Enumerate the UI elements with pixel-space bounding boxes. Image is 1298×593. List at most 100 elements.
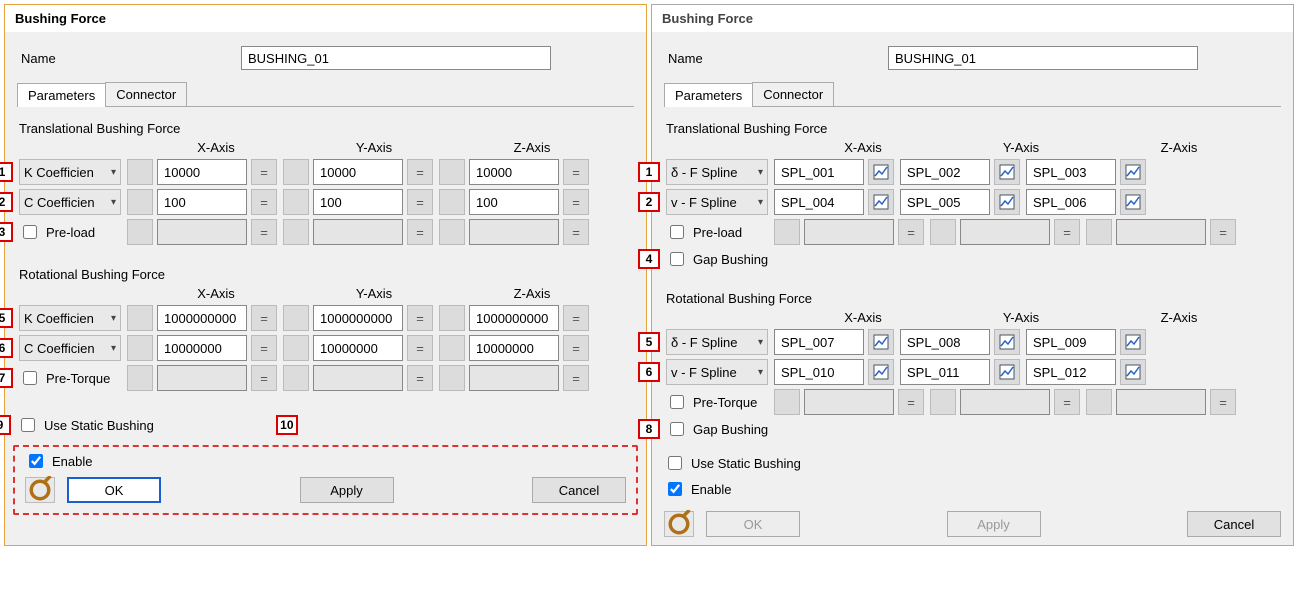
static-bushing-checkbox[interactable] <box>668 456 682 470</box>
picker-button[interactable] <box>774 219 800 245</box>
picker-button[interactable] <box>127 305 153 331</box>
k-x-input[interactable] <box>157 159 247 185</box>
chart-icon[interactable] <box>868 159 894 185</box>
v-spline-dropdown[interactable]: v - F Spline▾ <box>666 189 768 215</box>
picker-button[interactable] <box>127 189 153 215</box>
name-input[interactable] <box>241 46 551 70</box>
preload-checkbox[interactable] <box>670 225 684 239</box>
tab-parameters[interactable]: Parameters <box>664 83 753 107</box>
gap-bushing-checkbox[interactable] <box>670 252 684 266</box>
vfs-x-input[interactable] <box>774 189 864 215</box>
rc-x-input[interactable] <box>157 335 247 361</box>
dfs-x-input[interactable] <box>774 159 864 185</box>
config-icon[interactable] <box>25 477 55 503</box>
ok-button[interactable]: OK <box>67 477 161 503</box>
equals-button[interactable] <box>251 365 277 391</box>
picker-button[interactable] <box>1086 219 1112 245</box>
rdfs-x-input[interactable] <box>774 329 864 355</box>
chart-icon[interactable] <box>1120 329 1146 355</box>
rvfs-x-input[interactable] <box>774 359 864 385</box>
name-input[interactable] <box>888 46 1198 70</box>
picker-button[interactable] <box>283 159 309 185</box>
chart-icon[interactable] <box>994 189 1020 215</box>
equals-button[interactable] <box>1210 219 1236 245</box>
equals-button[interactable] <box>251 219 277 245</box>
picker-button[interactable] <box>439 219 465 245</box>
equals-button[interactable] <box>1054 219 1080 245</box>
picker-button[interactable] <box>283 365 309 391</box>
picker-button[interactable] <box>439 159 465 185</box>
chart-icon[interactable] <box>994 359 1020 385</box>
chart-icon[interactable] <box>1120 359 1146 385</box>
equals-button[interactable] <box>251 159 277 185</box>
c-coeff-dropdown[interactable]: C Coefficien▾ <box>19 189 121 215</box>
rvfs-y-input[interactable] <box>900 359 990 385</box>
config-icon[interactable] <box>664 511 694 537</box>
chart-icon[interactable] <box>868 189 894 215</box>
cancel-button[interactable]: Cancel <box>1187 511 1281 537</box>
vfs-y-input[interactable] <box>900 189 990 215</box>
equals-button[interactable] <box>898 389 924 415</box>
picker-button[interactable] <box>283 189 309 215</box>
picker-button[interactable] <box>127 219 153 245</box>
rc-z-input[interactable] <box>469 335 559 361</box>
c-y-input[interactable] <box>313 189 403 215</box>
equals-button[interactable] <box>563 365 589 391</box>
rot-k-dropdown[interactable]: K Coefficien▾ <box>19 305 121 331</box>
tab-parameters[interactable]: Parameters <box>17 83 106 107</box>
k-z-input[interactable] <box>469 159 559 185</box>
rk-y-input[interactable] <box>313 305 403 331</box>
equals-button[interactable] <box>407 219 433 245</box>
chart-icon[interactable] <box>1120 189 1146 215</box>
c-z-input[interactable] <box>469 189 559 215</box>
dfs-z-input[interactable] <box>1026 159 1116 185</box>
picker-button[interactable] <box>930 389 956 415</box>
chart-icon[interactable] <box>994 159 1020 185</box>
equals-button[interactable] <box>407 335 433 361</box>
picker-button[interactable] <box>1086 389 1112 415</box>
picker-button[interactable] <box>439 335 465 361</box>
picker-button[interactable] <box>774 389 800 415</box>
static-bushing-checkbox[interactable] <box>21 418 35 432</box>
picker-button[interactable] <box>127 159 153 185</box>
rdfs-z-input[interactable] <box>1026 329 1116 355</box>
vfs-z-input[interactable] <box>1026 189 1116 215</box>
picker-button[interactable] <box>283 335 309 361</box>
equals-button[interactable] <box>1054 389 1080 415</box>
equals-button[interactable] <box>563 159 589 185</box>
equals-button[interactable] <box>563 219 589 245</box>
pretorque-checkbox[interactable] <box>670 395 684 409</box>
picker-button[interactable] <box>930 219 956 245</box>
equals-button[interactable] <box>407 305 433 331</box>
k-coeff-dropdown[interactable]: K Coefficien▾ <box>19 159 121 185</box>
chart-icon[interactable] <box>994 329 1020 355</box>
rot-v-dropdown[interactable]: v - F Spline▾ <box>666 359 768 385</box>
rot-delta-dropdown[interactable]: δ - F Spline▾ <box>666 329 768 355</box>
tab-connector[interactable]: Connector <box>105 82 187 106</box>
rk-z-input[interactable] <box>469 305 559 331</box>
chart-icon[interactable] <box>868 359 894 385</box>
apply-button[interactable]: Apply <box>300 477 394 503</box>
equals-button[interactable] <box>563 305 589 331</box>
equals-button[interactable] <box>407 189 433 215</box>
picker-button[interactable] <box>127 335 153 361</box>
rot-c-dropdown[interactable]: C Coefficien▾ <box>19 335 121 361</box>
dfs-y-input[interactable] <box>900 159 990 185</box>
equals-button[interactable] <box>251 335 277 361</box>
c-x-input[interactable] <box>157 189 247 215</box>
picker-button[interactable] <box>283 305 309 331</box>
equals-button[interactable] <box>407 159 433 185</box>
equals-button[interactable] <box>1210 389 1236 415</box>
rc-y-input[interactable] <box>313 335 403 361</box>
equals-button[interactable] <box>898 219 924 245</box>
picker-button[interactable] <box>127 365 153 391</box>
gap-bushing-checkbox[interactable] <box>670 422 684 436</box>
chart-icon[interactable] <box>1120 159 1146 185</box>
k-y-input[interactable] <box>313 159 403 185</box>
rk-x-input[interactable] <box>157 305 247 331</box>
equals-button[interactable] <box>407 365 433 391</box>
chart-icon[interactable] <box>868 329 894 355</box>
delta-spline-dropdown[interactable]: δ - F Spline▾ <box>666 159 768 185</box>
equals-button[interactable] <box>563 189 589 215</box>
pretorque-checkbox[interactable] <box>23 371 37 385</box>
